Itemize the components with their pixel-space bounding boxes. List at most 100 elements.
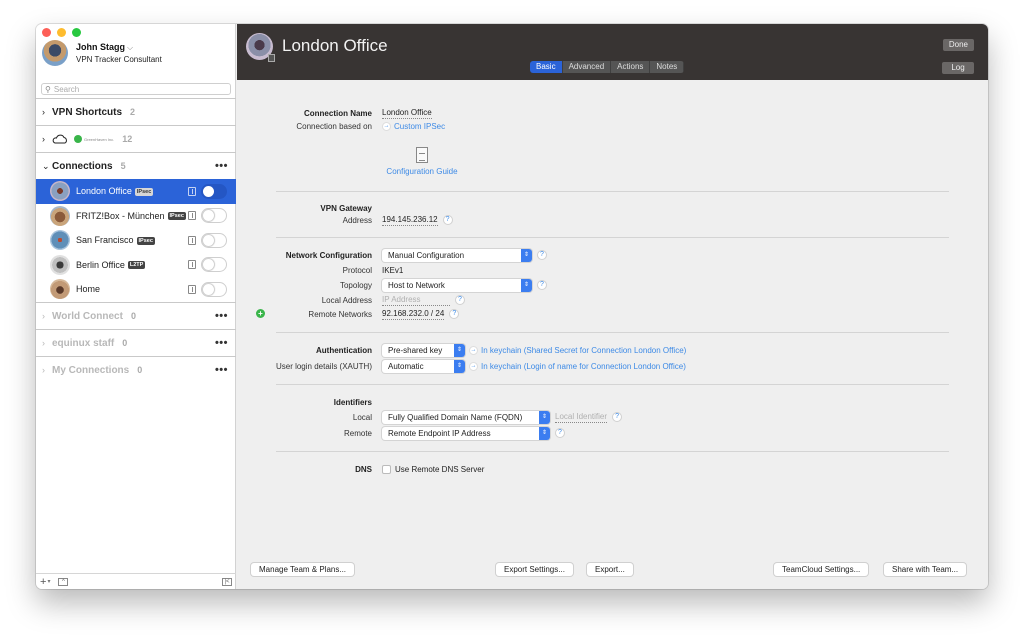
collapse-sidebar-icon[interactable]: |< — [222, 577, 232, 586]
remote-networks-field[interactable]: 92.168.232.0 / 24 — [382, 309, 445, 320]
more-options-button[interactable]: ••• — [215, 310, 228, 322]
connection-toggle[interactable] — [201, 232, 227, 248]
tab-advanced[interactable]: Advanced — [562, 61, 612, 73]
tab-basic[interactable]: Basic — [530, 61, 563, 73]
authentication-row: Authentication Pre-shared key ⇕ → In keycha… — [237, 343, 686, 357]
authentication-select[interactable]: Pre-shared key ⇕ — [382, 343, 465, 357]
use-remote-dns-label[interactable]: Use Remote DNS Server — [395, 465, 484, 474]
local-address-field[interactable]: IP Address — [382, 295, 450, 306]
connection-toggle[interactable] — [201, 183, 227, 199]
xauth-select[interactable]: Automatic ⇕ — [382, 359, 465, 373]
user-account-menu[interactable]: John Stagg ⌵ VPN Tracker Consultant — [42, 40, 162, 66]
network-config-select[interactable]: Manual Configuration ⇕ — [382, 248, 532, 262]
local-address-row: Local Address IP Address? — [237, 293, 465, 307]
connection-toggle[interactable] — [201, 208, 227, 224]
connection-avatar — [50, 205, 70, 226]
topology-select[interactable]: Host to Network ⇕ — [382, 278, 532, 292]
connection-avatar — [50, 181, 70, 202]
configuration-guide-link[interactable]: Configuration Guide — [383, 147, 461, 176]
chevron-right-icon: › — [42, 338, 45, 348]
help-icon[interactable]: ? — [537, 280, 547, 290]
help-icon[interactable]: ? — [612, 412, 623, 422]
more-options-button[interactable]: ••• — [215, 364, 228, 376]
local-id-type-select[interactable]: Fully Qualified Domain Name (FQDN) ⇕ — [382, 410, 550, 424]
arrow-right-icon: → — [469, 361, 478, 371]
group-count: 0 — [130, 311, 136, 321]
search-input[interactable] — [53, 84, 214, 94]
connection-item-berlin-office[interactable]: Berlin Office L2TP — [36, 253, 236, 278]
remote-identifier-row: Remote Remote Endpoint IP Address ⇕? — [237, 426, 565, 440]
xauth-keychain-link[interactable]: In keychain (Login of name for Connectio… — [481, 362, 686, 371]
connection-avatar — [50, 254, 70, 275]
export-settings-button[interactable]: Export Settings... — [496, 563, 573, 576]
group-my-connections[interactable]: › My Connections 0 ••• — [36, 356, 236, 383]
based-on-row: Connection based on → Custom IPSec — [237, 119, 445, 133]
help-icon[interactable]: ? — [537, 250, 547, 260]
local-id-label: Local — [352, 412, 372, 422]
local-identifier-field[interactable]: Local Identifier — [555, 412, 608, 423]
document-icon — [416, 147, 428, 163]
address-label: Address — [342, 215, 372, 225]
tab-notes[interactable]: Notes — [650, 61, 685, 73]
network-config-row: Network Configuration Manual Configurati… — [237, 248, 547, 262]
search-field[interactable]: ⚲ — [41, 83, 231, 95]
protocol-badge: IPsec — [167, 212, 186, 221]
divider — [276, 451, 949, 452]
search-icon: ⚲ — [45, 84, 51, 94]
use-remote-dns-checkbox[interactable] — [382, 464, 391, 474]
help-icon[interactable]: ? — [442, 215, 453, 225]
address-field[interactable]: 194.145.236.12 — [382, 215, 438, 226]
door-icon — [188, 235, 196, 245]
done-button[interactable]: Done — [942, 39, 974, 51]
connection-toggle[interactable] — [201, 257, 227, 273]
minimize-window-button[interactable] — [57, 28, 66, 37]
log-button[interactable]: Log — [942, 62, 974, 74]
more-options-button[interactable]: ••• — [215, 337, 228, 349]
group-equinux-staff[interactable]: › equinux staff 0 ••• — [36, 329, 236, 356]
teamcloud-settings-button[interactable]: TeamCloud Settings... — [774, 563, 869, 576]
based-on-link[interactable]: Custom IPSec — [394, 122, 445, 131]
auth-keychain-link[interactable]: In keychain (Shared Secret for Connectio… — [481, 346, 686, 355]
share-with-team-button[interactable]: Share with Team... — [884, 563, 967, 576]
connection-name-row: Connection Name London Office — [237, 106, 432, 120]
close-window-button[interactable] — [42, 28, 51, 37]
user-avatar — [42, 40, 68, 66]
help-icon[interactable]: ? — [455, 295, 465, 305]
export-button[interactable]: Export... — [587, 563, 633, 576]
connection-name-field[interactable]: London Office — [382, 108, 432, 119]
manage-team-button[interactable]: Manage Team & Plans... — [251, 563, 355, 576]
chevron-right-icon: › — [42, 107, 45, 117]
connection-item-san-francisco[interactable]: San Francisco IPsec — [36, 228, 236, 253]
connection-item-fritzbox[interactable]: FRITZ!Box - München IPsec — [36, 204, 236, 229]
maximize-window-button[interactable] — [72, 28, 81, 37]
more-options-button[interactable]: ••• — [215, 160, 228, 172]
identifiers-label: Identifiers — [333, 397, 372, 407]
dns-row: DNS Use Remote DNS Server — [237, 462, 484, 476]
connection-toggle[interactable] — [201, 281, 227, 297]
user-role: VPN Tracker Consultant — [76, 55, 162, 64]
add-connection-button[interactable]: + — [40, 576, 46, 588]
chevron-down-icon[interactable]: ▾ — [47, 578, 50, 585]
stepper-icon: ⇕ — [539, 410, 550, 424]
stepper-icon: ⇕ — [521, 278, 532, 292]
protocol-label: Protocol — [342, 265, 372, 275]
connection-item-london-office[interactable]: London Office IPsec — [36, 179, 236, 204]
door-icon — [188, 260, 196, 270]
group-teamcloud[interactable]: › GreenHaven Inc. 12 — [36, 125, 236, 152]
group-connections[interactable]: ⌄ Connections 5 ••• — [36, 152, 236, 179]
tab-actions[interactable]: Actions — [611, 61, 651, 73]
expand-panel-icon[interactable]: ^ — [58, 577, 69, 586]
connection-avatar — [50, 230, 70, 251]
connection-item-home[interactable]: Home — [36, 277, 236, 302]
settings-form: Connection Name London Office Connection… — [237, 80, 988, 589]
chevron-down-icon: ⌵ — [127, 43, 134, 52]
help-icon[interactable]: ? — [555, 428, 565, 438]
connection-name: FRITZ!Box - München IPsec — [76, 210, 186, 221]
connection-name: London Office IPsec — [76, 186, 154, 197]
help-icon[interactable]: ? — [449, 309, 460, 319]
configuration-guide-label[interactable]: Configuration Guide — [383, 167, 461, 176]
group-world-connect[interactable]: › World Connect 0 ••• — [36, 302, 236, 329]
remote-id-type-select[interactable]: Remote Endpoint IP Address ⇕ — [382, 426, 550, 440]
group-vpn-shortcuts[interactable]: › VPN Shortcuts 2 — [36, 98, 236, 125]
group-label: GreenHaven Inc. — [84, 136, 115, 142]
